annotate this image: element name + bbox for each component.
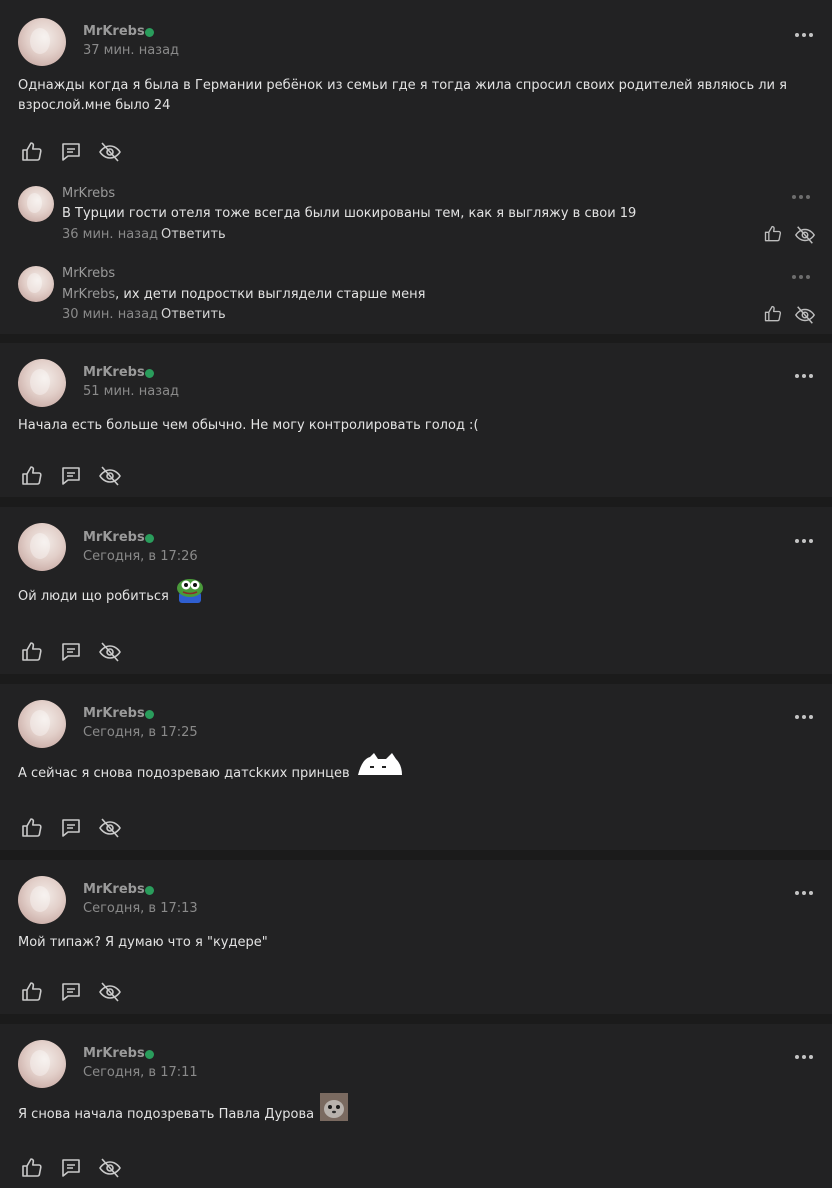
reply-like-button[interactable] bbox=[763, 304, 783, 324]
reply-avatar[interactable] bbox=[18, 266, 54, 302]
hide-button[interactable] bbox=[98, 980, 122, 1004]
online-indicator bbox=[145, 886, 154, 895]
reply-time: 30 мин. назад bbox=[62, 307, 159, 322]
feed: MrKrebs 37 мин. назад Однажды когда я бы… bbox=[0, 0, 832, 1188]
reply-avatar[interactable] bbox=[18, 186, 54, 222]
post-time: Сегодня, в 17:13 bbox=[83, 901, 198, 916]
post-text: Начала есть больше чем обычно. Не могу к… bbox=[18, 418, 479, 433]
reply-author-name[interactable]: MrKrebs bbox=[62, 186, 115, 201]
author-name[interactable]: MrKrebs bbox=[83, 1046, 145, 1061]
like-button[interactable] bbox=[20, 464, 44, 488]
reply-more-options-button[interactable] bbox=[792, 275, 812, 281]
thumbs-up-icon bbox=[22, 818, 42, 837]
comment-button[interactable] bbox=[59, 640, 83, 664]
comment-button[interactable] bbox=[59, 816, 83, 840]
hide-button[interactable] bbox=[98, 140, 122, 164]
more-options-button[interactable] bbox=[795, 33, 815, 39]
reply-like-button[interactable] bbox=[763, 224, 783, 244]
hide-button[interactable] bbox=[98, 1156, 122, 1180]
thumbs-up-icon bbox=[22, 642, 42, 661]
post-text-body: Ой люди що робиться bbox=[18, 589, 169, 604]
hide-button[interactable] bbox=[98, 640, 122, 664]
like-button[interactable] bbox=[20, 1156, 44, 1180]
more-options-button[interactable] bbox=[795, 374, 815, 380]
online-indicator bbox=[145, 369, 154, 378]
white-cat-sticker bbox=[356, 751, 404, 786]
avatar[interactable] bbox=[18, 876, 66, 924]
hide-button[interactable] bbox=[98, 816, 122, 840]
post-text: А сейчас я снова подозреваю датсkких при… bbox=[18, 753, 818, 786]
post-card: MrKrebs 37 мин. назад Однажды когда я бы… bbox=[0, 0, 832, 334]
avatar[interactable] bbox=[18, 359, 66, 407]
post-time: Сегодня, в 17:11 bbox=[83, 1065, 198, 1080]
like-button[interactable] bbox=[20, 980, 44, 1004]
comment-button[interactable] bbox=[59, 140, 83, 164]
reply-time: 36 мин. назад bbox=[62, 227, 159, 242]
more-options-button[interactable] bbox=[795, 891, 815, 897]
hide-button[interactable] bbox=[98, 464, 122, 488]
reply-hide-button[interactable] bbox=[794, 224, 816, 246]
thumbs-up-icon bbox=[22, 982, 42, 1001]
comment-button[interactable] bbox=[59, 1156, 83, 1180]
author-name[interactable]: MrKrebs bbox=[83, 24, 145, 39]
more-options-button[interactable] bbox=[795, 715, 815, 721]
reply-text: В Турции гости отеля тоже всегда были шо… bbox=[62, 206, 637, 221]
seal-photo-sticker bbox=[320, 1093, 349, 1128]
thumbs-up-icon bbox=[764, 225, 782, 242]
avatar[interactable] bbox=[18, 523, 66, 571]
post-time: 51 мин. назад bbox=[83, 384, 180, 399]
pepe-frog-sticker bbox=[175, 577, 205, 610]
reply-text-body: , их дети подростки выглядели старше мен… bbox=[115, 287, 426, 302]
post-card: MrKrebs 51 мин. назад Начала есть больше… bbox=[0, 343, 832, 497]
thumbs-up-icon bbox=[22, 1158, 42, 1177]
post-time: 37 мин. назад bbox=[83, 43, 180, 58]
reply-author-name[interactable]: MrKrebs bbox=[62, 266, 115, 281]
author-name[interactable]: MrKrebs bbox=[83, 365, 145, 380]
post-card: MrKrebs Сегодня, в 17:11 Я снова начала … bbox=[0, 1024, 832, 1188]
author-name[interactable]: MrKrebs bbox=[83, 706, 145, 721]
mention-link[interactable]: MrKrebs bbox=[62, 287, 115, 302]
more-options-button[interactable] bbox=[795, 539, 815, 545]
like-button[interactable] bbox=[20, 640, 44, 664]
more-options-button[interactable] bbox=[795, 1055, 815, 1061]
post-text: Ой люди що робиться bbox=[18, 579, 818, 610]
reply-text: MrKrebs, их дети подростки выглядели ста… bbox=[62, 285, 762, 305]
avatar[interactable] bbox=[18, 1040, 66, 1088]
online-indicator bbox=[145, 1050, 154, 1059]
post-text: Однажды когда я была в Германии ребёнок … bbox=[18, 78, 787, 113]
online-indicator bbox=[145, 534, 154, 543]
author-name[interactable]: MrKrebs bbox=[83, 882, 145, 897]
post-text-body: Я снова начала подозревать Павла Дурова bbox=[18, 1107, 315, 1122]
post-card: MrKrebs Сегодня, в 17:25 А сейчас я снов… bbox=[0, 684, 832, 850]
reply-hide-button[interactable] bbox=[794, 304, 816, 326]
avatar[interactable] bbox=[18, 700, 66, 748]
avatar[interactable] bbox=[18, 18, 66, 66]
post-text: Мой типаж? Я думаю что я "кудере" bbox=[18, 935, 268, 950]
post-text-body: А сейчас я снова подозреваю датсkких при… bbox=[18, 766, 350, 781]
reply-button[interactable]: Ответить bbox=[161, 307, 226, 322]
comment-button[interactable] bbox=[59, 464, 83, 488]
post-time: Сегодня, в 17:26 bbox=[83, 549, 198, 564]
comment-button[interactable] bbox=[59, 980, 83, 1004]
thumbs-up-icon bbox=[22, 466, 42, 485]
reply-button[interactable]: Ответить bbox=[161, 227, 226, 242]
post-time: Сегодня, в 17:25 bbox=[83, 725, 198, 740]
author-name[interactable]: MrKrebs bbox=[83, 530, 145, 545]
post-text: Я снова начала подозревать Павла Дурова bbox=[18, 1093, 818, 1128]
like-button[interactable] bbox=[20, 140, 44, 164]
like-button[interactable] bbox=[20, 816, 44, 840]
reply-more-options-button[interactable] bbox=[792, 195, 812, 201]
thumbs-up-icon bbox=[764, 305, 782, 322]
post-card: MrKrebs Сегодня, в 17:26 Ой люди що роби… bbox=[0, 507, 832, 674]
thumbs-up-icon bbox=[22, 142, 42, 161]
post-card: MrKrebs Сегодня, в 17:13 Мой типаж? Я ду… bbox=[0, 860, 832, 1014]
online-indicator bbox=[145, 710, 154, 719]
online-indicator bbox=[145, 28, 154, 37]
